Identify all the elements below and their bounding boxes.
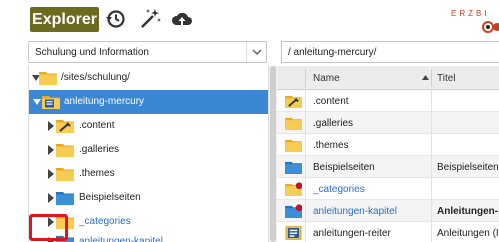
folder-icon: [285, 117, 302, 130]
folder-icon: [285, 139, 302, 152]
chevron-down-icon: [252, 49, 262, 56]
list-cell-name: .galleries: [313, 118, 354, 129]
column-divider: [431, 69, 432, 87]
folder-icon: [56, 144, 74, 157]
blue-folder-icon: [56, 192, 74, 205]
expanded-triangle-icon[interactable]: [33, 97, 41, 107]
column-divider: [431, 156, 432, 178]
list-cell-name: anleitungen-reiter: [313, 228, 391, 239]
site-folder-icon: [42, 96, 60, 109]
list-row-beispielseiten[interactable]: Beispielseiten Beispielseiten: [277, 156, 499, 178]
history-icon[interactable]: [104, 8, 126, 30]
container-page-icon: [285, 226, 302, 240]
folder-icon: [39, 72, 57, 85]
tree-item-label: .galleries: [79, 144, 120, 155]
tools-folder-icon: [56, 120, 74, 133]
list-row-anleitungen-reiter[interactable]: anleitungen-reiter Anleitungen (I: [277, 222, 499, 242]
explorer-button[interactable]: Explorer: [30, 7, 99, 32]
cloud-upload-icon[interactable]: [171, 8, 193, 30]
list-row-anleitungen-kapitel[interactable]: anleitungen-kapitel Anleitungen-: [277, 200, 499, 222]
tree-item-label: Beispielseiten: [79, 192, 141, 203]
list-cell-name: anleitungen-kapitel: [313, 206, 397, 217]
collapsed-triangle-icon[interactable]: [47, 145, 55, 155]
toolbar: Explorer ERZBI: [0, 0, 499, 40]
column-divider: [431, 90, 432, 112]
highlight-annotation: [29, 214, 68, 241]
column-header-name[interactable]: Name: [313, 73, 340, 84]
list-row-content[interactable]: .content: [277, 90, 499, 112]
tree-item-beispielseiten[interactable]: Beispielseiten: [29, 186, 269, 210]
column-divider: [431, 200, 432, 222]
tree-item-label: .themes: [79, 168, 115, 179]
brand-text: ERZBI: [451, 9, 490, 18]
tree-item-label: _categories: [79, 216, 131, 227]
blue-folder-changed-icon: [285, 204, 302, 218]
column-header-title[interactable]: Titel: [437, 73, 456, 84]
column-divider: [305, 200, 306, 222]
list-cell-name: _categories: [313, 184, 365, 195]
folder-changed-icon: [285, 182, 302, 196]
tools-folder-icon: [285, 95, 302, 108]
column-divider: [305, 156, 306, 178]
tree-item-label: anleitungen-kapitel: [79, 236, 163, 242]
tree-item-label: .content: [79, 120, 115, 131]
column-divider: [431, 222, 432, 242]
list-row-categories[interactable]: _categories: [277, 178, 499, 200]
sort-ascending-icon[interactable]: [422, 75, 429, 80]
tree-item-anleitung-mercury[interactable]: anleitung-mercury: [29, 90, 269, 114]
collapsed-triangle-icon[interactable]: [47, 193, 55, 203]
magic-wand-icon[interactable]: [139, 8, 161, 30]
list-row-themes[interactable]: .themes: [277, 134, 499, 156]
collapsed-triangle-icon[interactable]: [47, 121, 55, 131]
column-divider: [305, 178, 306, 200]
column-divider: [431, 112, 432, 134]
path-input-value: / anleitung-mercury/: [288, 47, 377, 58]
column-divider: [305, 112, 306, 134]
column-divider: [305, 222, 306, 242]
folder-icon: [56, 168, 74, 181]
list-cell-title: Anleitungen-: [437, 206, 499, 217]
site-select[interactable]: Schulung und Information: [28, 41, 267, 63]
tree-scrollbar[interactable]: [268, 66, 277, 242]
site-select-dropdown[interactable]: [246, 42, 266, 62]
navigation-bar: Schulung und Information / anleitung-mer…: [0, 40, 499, 64]
collapsed-triangle-icon[interactable]: [47, 169, 55, 179]
list-cell-name: .content: [313, 96, 349, 107]
list-cell-title: Beispielseiten: [437, 162, 499, 173]
list-cell-title: Anleitungen (I: [437, 228, 499, 239]
site-select-value: Schulung und Information: [35, 47, 149, 58]
path-input[interactable]: / anleitung-mercury/: [281, 41, 499, 63]
tree-item-label: /sites/schulung/: [61, 72, 130, 83]
tree-item-label: anleitung-mercury: [64, 96, 145, 107]
list-cell-name: .themes: [313, 140, 349, 151]
list-row-galleries[interactable]: .galleries: [277, 112, 499, 134]
tree-item-themes[interactable]: .themes: [29, 162, 269, 186]
column-divider: [305, 90, 306, 112]
tree-scrollbar-thumb[interactable]: [270, 66, 276, 242]
tree-item-galleries[interactable]: .galleries: [29, 138, 269, 162]
tree-item-content[interactable]: .content: [29, 114, 269, 138]
brand-logo-icon: [482, 21, 499, 33]
blue-folder-icon: [285, 161, 302, 174]
file-list: Name Titel .content .galleries .themes B…: [277, 66, 499, 242]
list-cell-name: Beispielseiten: [313, 162, 375, 173]
column-divider: [431, 134, 432, 156]
column-divider: [305, 134, 306, 156]
column-divider: [431, 178, 432, 200]
tree-item-sites-schulung[interactable]: /sites/schulung/: [29, 66, 269, 90]
file-list-header: Name Titel: [277, 66, 499, 90]
column-divider: [305, 69, 306, 87]
